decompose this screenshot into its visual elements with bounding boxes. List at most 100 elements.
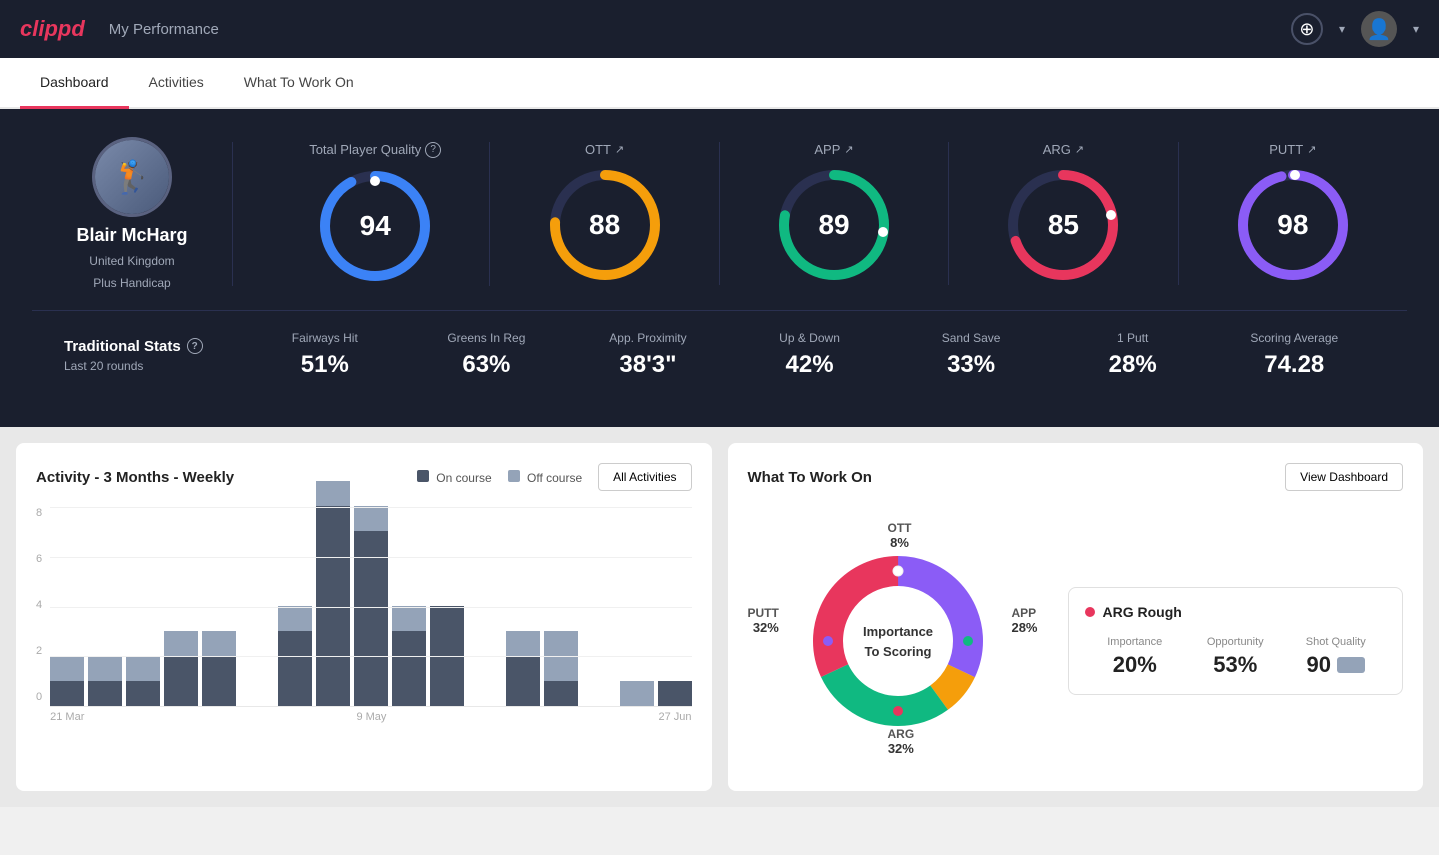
x-axis: 21 Mar 9 May 27 Jun bbox=[50, 711, 691, 723]
add-button[interactable]: ⊕ bbox=[1291, 13, 1323, 45]
stat-fairways-label: Fairways Hit bbox=[244, 331, 406, 345]
info-card-title: ARG Rough bbox=[1085, 604, 1387, 620]
tab-dashboard[interactable]: Dashboard bbox=[20, 58, 129, 109]
stat-fairways: Fairways Hit 51% bbox=[244, 331, 406, 379]
svg-text:Importance: Importance bbox=[862, 624, 932, 639]
tabs: Dashboard Activities What To Work On bbox=[0, 58, 1439, 109]
wtwo-donut-svg: Importance To Scoring bbox=[798, 541, 998, 741]
stat-sandsave: Sand Save 33% bbox=[890, 331, 1052, 379]
tpq-value: 94 bbox=[360, 210, 391, 242]
header: clippd My Performance ⊕ ▾ 👤 ▾ bbox=[0, 0, 1439, 58]
performance-banner: 🏌️ Blair McHarg United Kingdom Plus Hand… bbox=[0, 109, 1439, 427]
stat-greens-value: 63% bbox=[406, 351, 568, 379]
tpq-help-icon[interactable]: ? bbox=[425, 142, 441, 158]
opportunity-value: 53% bbox=[1185, 652, 1286, 678]
bar-on-10 bbox=[392, 631, 426, 706]
activity-card: Activity - 3 Months - Weekly On course O… bbox=[16, 443, 712, 791]
player-avatar: 🏌️ bbox=[92, 137, 172, 217]
ott-value: 88 bbox=[589, 209, 620, 241]
stat-updown-value: 42% bbox=[729, 351, 891, 379]
header-title: My Performance bbox=[109, 21, 219, 38]
trad-label-section: Traditional Stats ? Last 20 rounds bbox=[64, 338, 244, 373]
tpq-label-text: Total Player Quality bbox=[309, 142, 421, 157]
app-arrow-icon: ↗ bbox=[844, 143, 853, 156]
bar-off-16 bbox=[620, 681, 654, 706]
stat-1putt-label: 1 Putt bbox=[1052, 331, 1214, 345]
info-stats-row: Importance 20% Opportunity 53% Shot Qual… bbox=[1085, 636, 1387, 678]
bar-off-3 bbox=[126, 656, 160, 681]
bar-group-16 bbox=[620, 681, 654, 706]
tab-activities[interactable]: Activities bbox=[129, 58, 224, 109]
app-label: APP ↗ bbox=[814, 142, 853, 157]
legend-on-course: On course bbox=[417, 470, 492, 485]
arg-donut: 85 bbox=[1003, 165, 1123, 285]
info-opportunity: Opportunity 53% bbox=[1185, 636, 1286, 678]
bar-off-13 bbox=[506, 631, 540, 656]
bar-off-7 bbox=[278, 606, 312, 631]
trad-help-icon[interactable]: ? bbox=[187, 338, 203, 354]
putt-value: 98 bbox=[1277, 209, 1308, 241]
view-dashboard-button[interactable]: View Dashboard bbox=[1285, 463, 1403, 491]
bar-empty-12 bbox=[468, 702, 502, 706]
plus-icon: ⊕ bbox=[1299, 19, 1314, 40]
bar-off-2 bbox=[88, 656, 122, 681]
bar-off-9 bbox=[354, 506, 388, 531]
chart-header: Activity - 3 Months - Weekly On course O… bbox=[36, 463, 692, 491]
stat-1putt-value: 28% bbox=[1052, 351, 1214, 379]
bar-off-1 bbox=[50, 656, 84, 681]
legend-off-course: Off course bbox=[508, 470, 582, 485]
x-label-may: 9 May bbox=[356, 711, 386, 723]
bar-group-15 bbox=[582, 702, 616, 706]
bar-on-5 bbox=[202, 656, 236, 706]
chart-body: 8 6 4 2 0 bbox=[36, 507, 692, 723]
player-handicap: Plus Handicap bbox=[93, 276, 170, 290]
chart-title: Activity - 3 Months - Weekly bbox=[36, 469, 234, 486]
add-chevron: ▾ bbox=[1339, 22, 1345, 36]
arg-value: 85 bbox=[1048, 209, 1079, 241]
stat-scoring: Scoring Average 74.28 bbox=[1213, 331, 1375, 379]
arg-score: ARG ↗ 85 bbox=[949, 142, 1178, 285]
arg-arrow-icon: ↗ bbox=[1075, 143, 1084, 156]
bar-group-3 bbox=[126, 656, 160, 706]
what-to-work-on-card: What To Work On View Dashboard OTT 8% AP… bbox=[728, 443, 1424, 791]
app-seg-label: APP 28% bbox=[1011, 606, 1037, 635]
stat-sandsave-label: Sand Save bbox=[890, 331, 1052, 345]
app-score: APP ↗ 89 bbox=[720, 142, 949, 285]
importance-label: Importance bbox=[1085, 636, 1186, 648]
y-label-4: 4 bbox=[36, 599, 42, 611]
y-axis: 8 6 4 2 0 bbox=[36, 507, 42, 707]
avatar-image: 🏌️ bbox=[95, 140, 169, 214]
tpq-label: Total Player Quality ? bbox=[309, 142, 441, 158]
putt-donut: 98 bbox=[1233, 165, 1353, 285]
importance-value: 20% bbox=[1085, 652, 1186, 678]
app-label-text: APP bbox=[814, 142, 840, 157]
bar-empty-15 bbox=[582, 702, 616, 706]
bar-group-14 bbox=[544, 631, 578, 706]
player-country: United Kingdom bbox=[89, 254, 174, 268]
stat-fairways-value: 51% bbox=[244, 351, 406, 379]
bar-group-17 bbox=[658, 681, 692, 706]
bar-group-8 bbox=[316, 481, 350, 706]
all-activities-button[interactable]: All Activities bbox=[598, 463, 691, 491]
bars-area: 21 Mar 9 May 27 Jun bbox=[50, 507, 691, 723]
ott-label-text: OTT bbox=[585, 142, 611, 157]
svg-text:To Scoring: To Scoring bbox=[864, 644, 931, 659]
putt-score: PUTT ↗ 98 bbox=[1179, 142, 1407, 285]
bar-empty-6 bbox=[240, 702, 274, 706]
opportunity-label: Opportunity bbox=[1185, 636, 1286, 648]
bar-on-13 bbox=[506, 656, 540, 706]
stat-greens-label: Greens In Reg bbox=[406, 331, 568, 345]
putt-label-text: PUTT bbox=[1269, 142, 1303, 157]
player-info: 🏌️ Blair McHarg United Kingdom Plus Hand… bbox=[32, 137, 232, 290]
bar-group-5 bbox=[202, 631, 236, 706]
stat-updown-label: Up & Down bbox=[729, 331, 891, 345]
putt-seg-label: PUTT 32% bbox=[748, 606, 779, 635]
y-label-0: 0 bbox=[36, 691, 42, 703]
player-section: 🏌️ Blair McHarg United Kingdom Plus Hand… bbox=[32, 137, 1407, 290]
bar-off-5 bbox=[202, 631, 236, 656]
trad-title: Traditional Stats ? bbox=[64, 338, 244, 355]
tpq-donut: 94 bbox=[315, 166, 435, 286]
trad-subtitle: Last 20 rounds bbox=[64, 359, 244, 373]
tab-what-to-work-on[interactable]: What To Work On bbox=[224, 58, 374, 109]
avatar-chevron: ▾ bbox=[1413, 22, 1419, 36]
